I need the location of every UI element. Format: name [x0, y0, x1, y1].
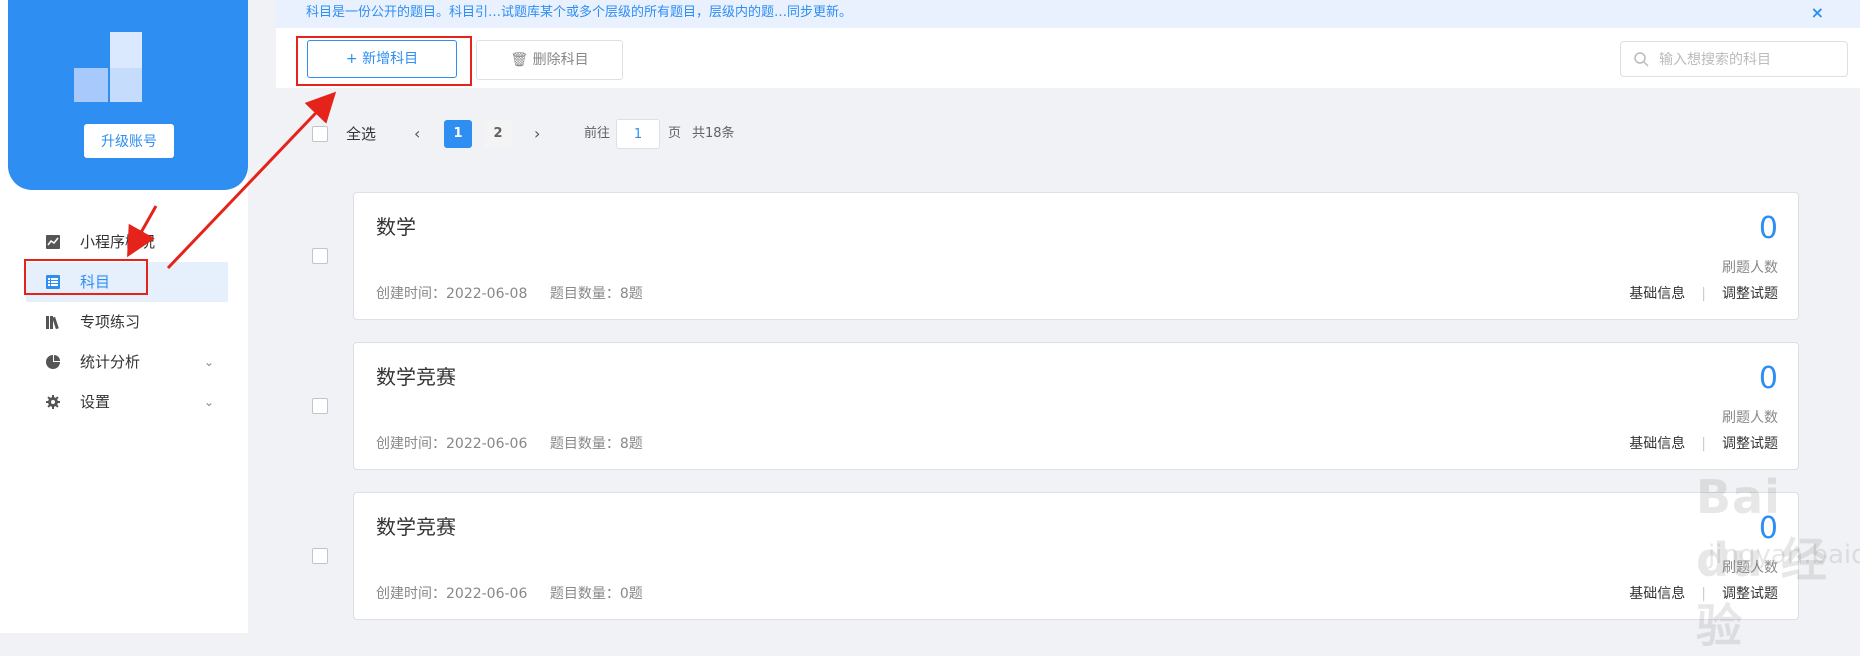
sidebar-item-settings[interactable]: 设置 ⌄	[26, 382, 228, 422]
prev-page-icon[interactable]: ‹	[414, 118, 420, 150]
page-unit-label: 页	[668, 126, 682, 141]
basic-info-link[interactable]: 基础信息	[1629, 586, 1685, 602]
pie-chart-icon	[46, 355, 60, 369]
subject-actions: 基础信息 | 调整试题	[1629, 286, 1778, 302]
practice-count-label: 刷题人数	[1722, 410, 1778, 426]
subject-checkbox[interactable]	[312, 398, 328, 414]
subject-actions: 基础信息 | 调整试题	[1629, 436, 1778, 452]
practice-count-label: 刷题人数	[1722, 260, 1778, 276]
sidebar-item-overview[interactable]: 小程序概况	[26, 222, 228, 262]
subject-card[interactable]: 数学 创建时间：2022-06-08 题目数量：8题 0 刷题人数 基础信息 | 调…	[353, 192, 1799, 320]
sidebar-item-practice[interactable]: 专项练习	[26, 302, 228, 342]
pagination-bar: 全选 ‹ 1 2 › 前往 页 共18条	[276, 118, 1176, 150]
adjust-questions-link[interactable]: 调整试题	[1722, 436, 1778, 452]
sidebar: 升级账号 小程序概况 科目 专项练习 统计分析 ⌄ 设置 ⌄	[0, 0, 248, 633]
sidebar-item-label: 设置	[80, 393, 111, 411]
question-count: 题目数量：8题	[549, 436, 643, 452]
books-icon	[46, 316, 59, 329]
basic-info-link[interactable]: 基础信息	[1629, 286, 1685, 302]
select-all-label[interactable]: 全选	[346, 118, 376, 150]
subject-row: 数学竞赛 创建时间：2022-06-06 题目数量：0题 0 刷题人数 基础信息…	[276, 492, 1860, 622]
page-button-1[interactable]: 1	[444, 120, 472, 148]
page-button-2[interactable]: 2	[484, 120, 512, 148]
practice-count: 0	[1758, 211, 1778, 246]
notice-banner: 科目是一份公开的题目。科目引…试题库某个或多个层级的所有题目，层级内的题…同步更…	[276, 0, 1860, 28]
subject-title: 数学	[376, 215, 416, 239]
search-input[interactable]	[1657, 42, 1841, 78]
delete-subject-button[interactable]: 🗑 删除科目	[476, 40, 623, 80]
subject-meta: 创建时间：2022-06-06 题目数量：8题	[376, 433, 661, 453]
goto-page-input[interactable]	[616, 119, 660, 149]
trash-icon: 🗑	[510, 52, 529, 68]
search-icon	[1634, 52, 1649, 67]
chevron-down-icon[interactable]: ⌄	[204, 342, 214, 382]
search-box[interactable]	[1620, 41, 1848, 78]
subject-title: 数学竞赛	[376, 365, 456, 389]
total-count: 共18条	[692, 126, 735, 141]
delete-subject-label: 删除科目	[532, 52, 589, 68]
subject-checkbox[interactable]	[312, 248, 328, 264]
sidebar-item-statistics[interactable]: 统计分析 ⌄	[26, 342, 228, 382]
notice-text: 科目是一份公开的题目。科目引…试题库某个或多个层级的所有题目，层级内的题…同步更…	[306, 5, 853, 20]
select-all-checkbox[interactable]	[312, 126, 328, 142]
created-date: 创建时间：2022-06-08	[376, 286, 528, 302]
basic-info-link[interactable]: 基础信息	[1629, 436, 1685, 452]
annotation-highlight-subjects	[24, 259, 148, 295]
next-page-icon[interactable]: ›	[534, 118, 540, 150]
trend-chart-icon	[46, 235, 60, 249]
main-content: 科目是一份公开的题目。科目引…试题库某个或多个层级的所有题目，层级内的题…同步更…	[276, 0, 1860, 653]
subject-meta: 创建时间：2022-06-06 题目数量：0题	[376, 583, 661, 603]
chevron-down-icon[interactable]: ⌄	[204, 382, 214, 422]
app-logo	[74, 32, 150, 102]
subject-checkbox[interactable]	[312, 548, 328, 564]
subject-meta: 创建时间：2022-06-08 题目数量：8题	[376, 283, 661, 303]
subject-row: 数学 创建时间：2022-06-08 题目数量：8题 0 刷题人数 基础信息 | 调…	[276, 192, 1860, 322]
subject-title: 数学竞赛	[376, 515, 456, 539]
question-count: 题目数量：0题	[549, 586, 643, 602]
profile-card: 升级账号	[8, 0, 248, 190]
adjust-questions-link[interactable]: 调整试题	[1722, 286, 1778, 302]
subject-row: 数学竞赛 创建时间：2022-06-06 题目数量：8题 0 刷题人数 基础信息…	[276, 342, 1860, 472]
sidebar-item-label: 统计分析	[80, 353, 141, 371]
created-date: 创建时间：2022-06-06	[376, 586, 528, 602]
created-date: 创建时间：2022-06-06	[376, 436, 528, 452]
sidebar-item-label: 专项练习	[80, 313, 141, 331]
gear-icon	[46, 395, 60, 409]
sidebar-menu: 小程序概况 科目 专项练习 统计分析 ⌄ 设置 ⌄	[26, 222, 228, 422]
upgrade-account-button[interactable]: 升级账号	[84, 124, 174, 158]
practice-count: 0	[1758, 361, 1778, 396]
question-count: 题目数量：8题	[549, 286, 643, 302]
close-icon[interactable]: ×	[1811, 0, 1824, 26]
goto-label: 前往	[584, 126, 611, 141]
subject-card[interactable]: 数学竞赛 创建时间：2022-06-06 题目数量：0题 0 刷题人数 基础信息…	[353, 492, 1799, 620]
subject-card[interactable]: 数学竞赛 创建时间：2022-06-06 题目数量：8题 0 刷题人数 基础信息…	[353, 342, 1799, 470]
annotation-highlight-add-button	[296, 36, 472, 86]
toolbar: + 新增科目 🗑 删除科目	[276, 28, 1860, 88]
sidebar-item-label: 小程序概况	[80, 233, 156, 251]
watermark-url: jingyan.baidu.com	[1708, 540, 1860, 570]
